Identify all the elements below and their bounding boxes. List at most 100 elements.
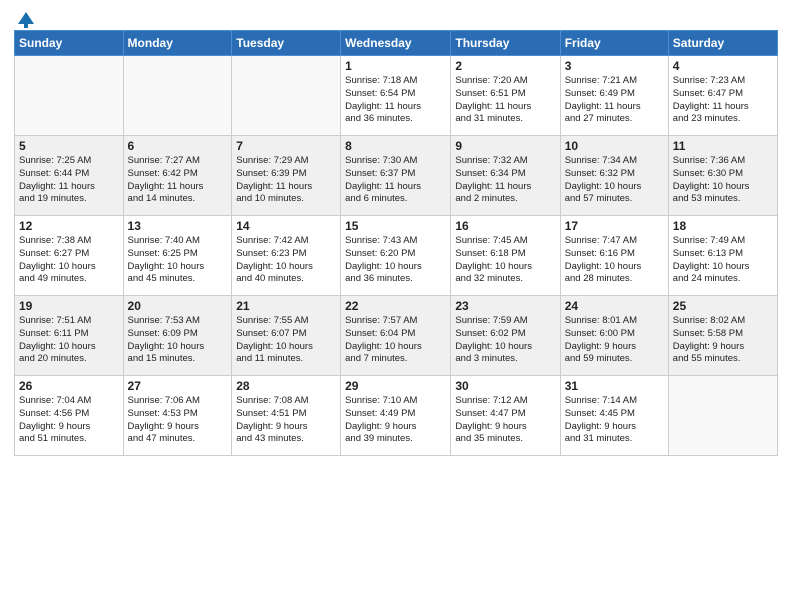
day-number: 23 (455, 299, 555, 313)
day-number: 3 (565, 59, 664, 73)
day-number: 17 (565, 219, 664, 233)
day-info: Sunrise: 7:55 AM Sunset: 6:07 PM Dayligh… (236, 315, 336, 366)
calendar-cell: 31 Sunrise: 7:14 AM Sunset: 4:45 PM Dayli… (560, 376, 668, 456)
calendar-week-row: 1 Sunrise: 7:18 AM Sunset: 6:54 PM Daylig… (15, 56, 778, 136)
calendar-cell: 26Sunrise: 7:04 AM Sunset: 4:56 PM Dayli… (15, 376, 124, 456)
day-number: 26 (19, 379, 119, 393)
day-number: 16 (455, 219, 555, 233)
calendar-cell: 22Sunrise: 7:57 AM Sunset: 6:04 PM Dayli… (341, 296, 451, 376)
day-info: Sunrise: 8:01 AM Sunset: 6:00 PM Dayligh… (565, 315, 664, 366)
day-info: Sunrise: 7:21 AM Sunset: 6:49 PM Dayligh… (565, 75, 664, 126)
calendar-cell: 2 Sunrise: 7:20 AM Sunset: 6:51 PM Daylig… (451, 56, 560, 136)
day-number: 13 (128, 219, 228, 233)
day-info: Sunrise: 7:45 AM Sunset: 6:18 PM Dayligh… (455, 235, 555, 286)
day-number: 21 (236, 299, 336, 313)
day-number: 25 (673, 299, 773, 313)
header (14, 10, 778, 24)
calendar-cell: 6 Sunrise: 7:27 AM Sunset: 6:42 PM Daylig… (123, 136, 232, 216)
day-number: 30 (455, 379, 555, 393)
day-number: 2 (455, 59, 555, 73)
day-number: 15 (345, 219, 446, 233)
calendar-cell (232, 56, 341, 136)
day-info: Sunrise: 7:59 AM Sunset: 6:02 PM Dayligh… (455, 315, 555, 366)
day-info: Sunrise: 7:47 AM Sunset: 6:16 PM Dayligh… (565, 235, 664, 286)
day-info: Sunrise: 7:27 AM Sunset: 6:42 PM Dayligh… (128, 155, 228, 206)
calendar-cell: 28 Sunrise: 7:08 AM Sunset: 4:51 PM Dayli… (232, 376, 341, 456)
calendar-cell: 18 Sunrise: 7:49 AM Sunset: 6:13 PM Dayli… (668, 216, 777, 296)
day-info: Sunrise: 7:43 AM Sunset: 6:20 PM Dayligh… (345, 235, 446, 286)
day-number: 14 (236, 219, 336, 233)
day-number: 19 (19, 299, 119, 313)
day-number: 5 (19, 139, 119, 153)
day-info: Sunrise: 7:06 AM Sunset: 4:53 PM Dayligh… (128, 395, 228, 446)
calendar-cell: 25Sunrise: 8:02 AM Sunset: 5:58 PM Dayli… (668, 296, 777, 376)
weekday-header-tuesday: Tuesday (232, 31, 341, 56)
day-info: Sunrise: 7:40 AM Sunset: 6:25 PM Dayligh… (128, 235, 228, 286)
calendar-cell: 20 Sunrise: 7:53 AM Sunset: 6:09 PM Dayli… (123, 296, 232, 376)
day-number: 4 (673, 59, 773, 73)
day-info: Sunrise: 7:30 AM Sunset: 6:37 PM Dayligh… (345, 155, 446, 206)
logo-arrow-icon (16, 10, 36, 28)
calendar-cell: 13 Sunrise: 7:40 AM Sunset: 6:25 PM Dayli… (123, 216, 232, 296)
day-info: Sunrise: 7:14 AM Sunset: 4:45 PM Dayligh… (565, 395, 664, 446)
page-container: SundayMondayTuesdayWednesdayThursdayFrid… (0, 0, 792, 612)
calendar-cell: 12 Sunrise: 7:38 AM Sunset: 6:27 PM Dayli… (15, 216, 124, 296)
day-info: Sunrise: 7:12 AM Sunset: 4:47 PM Dayligh… (455, 395, 555, 446)
day-number: 12 (19, 219, 119, 233)
calendar-cell: 19 Sunrise: 7:51 AM Sunset: 6:11 PM Dayli… (15, 296, 124, 376)
day-number: 18 (673, 219, 773, 233)
day-number: 28 (236, 379, 336, 393)
calendar-cell: 24 Sunrise: 8:01 AM Sunset: 6:00 PM Dayli… (560, 296, 668, 376)
day-number: 1 (345, 59, 446, 73)
calendar-cell: 11 Sunrise: 7:36 AM Sunset: 6:30 PM Dayli… (668, 136, 777, 216)
calendar-cell: 15 Sunrise: 7:43 AM Sunset: 6:20 PM Dayli… (341, 216, 451, 296)
day-number: 31 (565, 379, 664, 393)
day-info: Sunrise: 7:49 AM Sunset: 6:13 PM Dayligh… (673, 235, 773, 286)
calendar-cell: 1 Sunrise: 7:18 AM Sunset: 6:54 PM Daylig… (341, 56, 451, 136)
calendar-cell: 14Sunrise: 7:42 AM Sunset: 6:23 PM Dayli… (232, 216, 341, 296)
day-number: 9 (455, 139, 555, 153)
day-info: Sunrise: 7:10 AM Sunset: 4:49 PM Dayligh… (345, 395, 446, 446)
calendar-cell: 27 Sunrise: 7:06 AM Sunset: 4:53 PM Dayli… (123, 376, 232, 456)
calendar-cell: 21 Sunrise: 7:55 AM Sunset: 6:07 PM Dayli… (232, 296, 341, 376)
logo (14, 10, 36, 24)
calendar-cell: 4 Sunrise: 7:23 AM Sunset: 6:47 PM Daylig… (668, 56, 777, 136)
calendar-cell: 30 Sunrise: 7:12 AM Sunset: 4:47 PM Dayli… (451, 376, 560, 456)
weekday-header-wednesday: Wednesday (341, 31, 451, 56)
calendar-cell: 3 Sunrise: 7:21 AM Sunset: 6:49 PM Daylig… (560, 56, 668, 136)
day-info: Sunrise: 7:51 AM Sunset: 6:11 PM Dayligh… (19, 315, 119, 366)
weekday-header-sunday: Sunday (15, 31, 124, 56)
day-info: Sunrise: 7:23 AM Sunset: 6:47 PM Dayligh… (673, 75, 773, 126)
weekday-header-row: SundayMondayTuesdayWednesdayThursdayFrid… (15, 31, 778, 56)
calendar-cell: 29 Sunrise: 7:10 AM Sunset: 4:49 PM Dayli… (341, 376, 451, 456)
calendar-cell: 16 Sunrise: 7:45 AM Sunset: 6:18 PM Dayli… (451, 216, 560, 296)
day-info: Sunrise: 7:38 AM Sunset: 6:27 PM Dayligh… (19, 235, 119, 286)
calendar-cell: 10Sunrise: 7:34 AM Sunset: 6:32 PM Dayli… (560, 136, 668, 216)
day-info: Sunrise: 7:32 AM Sunset: 6:34 PM Dayligh… (455, 155, 555, 206)
day-number: 8 (345, 139, 446, 153)
weekday-header-friday: Friday (560, 31, 668, 56)
calendar-cell (123, 56, 232, 136)
day-number: 24 (565, 299, 664, 313)
day-info: Sunrise: 7:53 AM Sunset: 6:09 PM Dayligh… (128, 315, 228, 366)
day-number: 20 (128, 299, 228, 313)
day-number: 11 (673, 139, 773, 153)
weekday-header-thursday: Thursday (451, 31, 560, 56)
day-number: 29 (345, 379, 446, 393)
weekday-header-monday: Monday (123, 31, 232, 56)
calendar-cell (668, 376, 777, 456)
weekday-header-saturday: Saturday (668, 31, 777, 56)
day-number: 27 (128, 379, 228, 393)
calendar-table: SundayMondayTuesdayWednesdayThursdayFrid… (14, 30, 778, 456)
day-number: 7 (236, 139, 336, 153)
day-number: 6 (128, 139, 228, 153)
day-info: Sunrise: 7:57 AM Sunset: 6:04 PM Dayligh… (345, 315, 446, 366)
day-info: Sunrise: 7:08 AM Sunset: 4:51 PM Dayligh… (236, 395, 336, 446)
day-info: Sunrise: 7:18 AM Sunset: 6:54 PM Dayligh… (345, 75, 446, 126)
calendar-week-row: 5 Sunrise: 7:25 AM Sunset: 6:44 PM Daylig… (15, 136, 778, 216)
day-info: Sunrise: 7:25 AM Sunset: 6:44 PM Dayligh… (19, 155, 119, 206)
calendar-week-row: 26Sunrise: 7:04 AM Sunset: 4:56 PM Dayli… (15, 376, 778, 456)
day-info: Sunrise: 7:20 AM Sunset: 6:51 PM Dayligh… (455, 75, 555, 126)
calendar-cell (15, 56, 124, 136)
day-info: Sunrise: 7:36 AM Sunset: 6:30 PM Dayligh… (673, 155, 773, 206)
